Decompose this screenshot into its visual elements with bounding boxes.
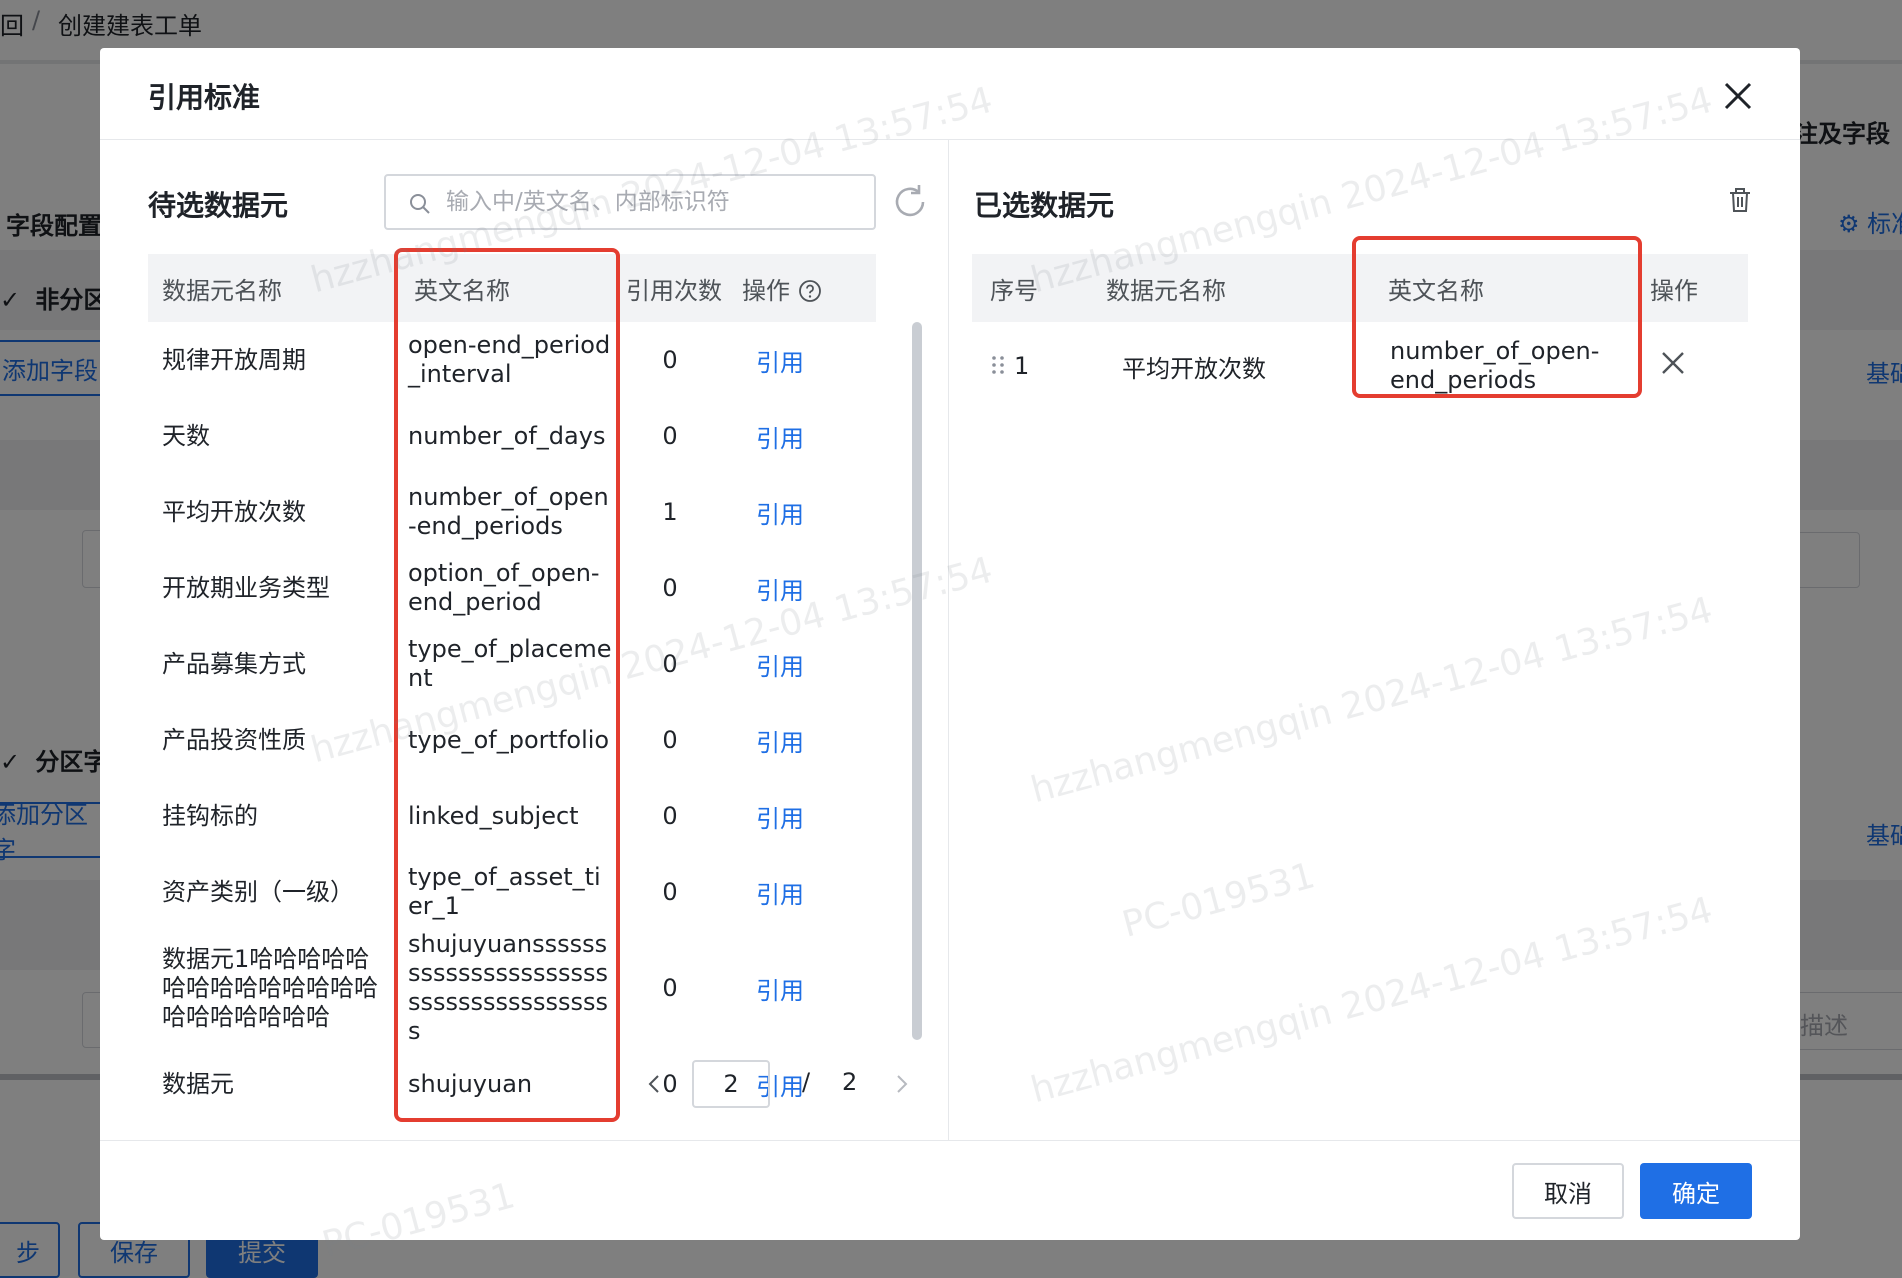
col-en-name: 英文名称 — [384, 254, 612, 322]
table-row: 资产类别（一级） type_of_asset_tier_1 0 引用 — [148, 854, 876, 930]
candidate-elements-title: 待选数据元 — [148, 189, 289, 222]
selected-elements-title: 已选数据元 — [974, 189, 1115, 222]
reference-standard-dialog: 引用标准 待选数据元 数据元名称 英文名称 引用次数 操作 规律开放 — [100, 48, 1800, 1240]
element-en-name: type_of_asset_tier_1 — [408, 863, 601, 920]
reference-link[interactable]: 引用 — [756, 729, 804, 757]
table-row: 数据元1哈哈哈哈哈哈哈哈哈哈哈哈哈哈哈哈哈哈哈哈哈 shujuyuansssss… — [148, 930, 876, 1046]
dialog-footer: 取消 确定 — [100, 1140, 1800, 1240]
cancel-button[interactable]: 取消 — [1512, 1163, 1624, 1219]
ref-count: 0 — [662, 974, 678, 1002]
search-input[interactable] — [446, 176, 866, 228]
table-row: 开放期业务类型 option_of_open-end_period 0 引用 — [148, 550, 876, 626]
help-icon[interactable] — [798, 279, 822, 303]
element-name: 平均开放次数 — [162, 497, 306, 526]
refresh-icon[interactable] — [890, 182, 930, 222]
confirm-button[interactable]: 确定 — [1640, 1163, 1752, 1219]
ref-count: 0 — [662, 802, 678, 830]
element-name: 产品募集方式 — [162, 649, 306, 678]
ref-count: 0 — [662, 422, 678, 450]
col-name: 数据元名称 — [1092, 254, 1352, 322]
element-name: 平均开放次数 — [1122, 354, 1266, 383]
table-row: 平均开放次数 number_of_open-end_periods 1 引用 — [148, 474, 876, 550]
reference-link[interactable]: 引用 — [756, 349, 804, 377]
element-en-name: shujuyuan — [408, 1069, 533, 1098]
table-row: 天数 number_of_days 0 引用 — [148, 398, 876, 474]
col-index: 序号 — [972, 254, 1092, 322]
col-ref-count: 引用次数 — [612, 254, 728, 322]
element-en-name: open-end_period_interval — [408, 331, 611, 388]
element-name: 天数 — [162, 421, 210, 450]
element-name: 开放期业务类型 — [162, 573, 330, 602]
dialog-title: 引用标准 — [148, 81, 261, 114]
page-total: 2 — [842, 1068, 858, 1096]
table-row: 挂钩标的 linked_subject 0 引用 — [148, 778, 876, 854]
element-name: 挂钩标的 — [162, 801, 258, 830]
table-row: 产品投资性质 type_of_portfolio 0 引用 — [148, 702, 876, 778]
element-en-name: number_of_open-end_periods — [408, 483, 609, 540]
element-en-name: type_of_portfolio — [408, 725, 610, 754]
chevron-left-icon[interactable] — [640, 1070, 668, 1098]
col-op: 操作 — [1636, 254, 1748, 322]
element-name: 数据元 — [162, 1069, 234, 1098]
element-name: 资产类别（一级） — [162, 877, 354, 906]
remove-icon[interactable] — [1658, 348, 1688, 378]
element-en-name: number_of_days — [408, 421, 606, 450]
reference-link[interactable]: 引用 — [756, 425, 804, 453]
reference-link[interactable]: 引用 — [756, 977, 804, 1005]
element-name: 产品投资性质 — [162, 725, 306, 754]
col-name: 数据元名称 — [148, 254, 384, 322]
reference-link[interactable]: 引用 — [756, 577, 804, 605]
page-input[interactable]: 2 — [692, 1060, 770, 1108]
selected-table: 序号 数据元名称 英文名称 操作 1 平均开放次数 number_of_open… — [972, 254, 1748, 410]
ref-count: 0 — [662, 726, 678, 754]
element-en-name: option_of_open-end_period — [408, 559, 600, 616]
element-en-name: shujuyuansssssssssssssssssssssssssssssss… — [408, 930, 609, 1045]
table-scrollbar[interactable] — [912, 322, 922, 1040]
ref-count: 0 — [662, 650, 678, 678]
reference-link[interactable]: 引用 — [756, 881, 804, 909]
table-row: 产品募集方式 type_of_placement 0 引用 — [148, 626, 876, 702]
trash-icon[interactable] — [1724, 184, 1756, 216]
ref-count: 0 — [662, 574, 678, 602]
element-en-name: number_of_open-end_periods — [1390, 337, 1600, 394]
element-en-name: linked_subject — [408, 801, 579, 830]
search-icon — [410, 194, 430, 214]
row-index: 1 — [1014, 352, 1030, 380]
chevron-right-icon[interactable] — [888, 1070, 916, 1098]
element-name: 数据元1哈哈哈哈哈哈哈哈哈哈哈哈哈哈哈哈哈哈哈哈哈 — [162, 944, 378, 1031]
candidate-table: 数据元名称 英文名称 引用次数 操作 规律开放周期 open-end_perio… — [148, 254, 876, 1122]
ref-count: 1 — [662, 498, 678, 526]
ref-count: 0 — [662, 346, 678, 374]
page-separator: / — [802, 1068, 811, 1096]
close-icon[interactable] — [1718, 76, 1758, 116]
drag-handle-icon[interactable] — [990, 353, 1006, 377]
table-row: 规律开放周期 open-end_period_interval 0 引用 — [148, 322, 876, 398]
col-en-name: 英文名称 — [1352, 254, 1636, 322]
reference-link[interactable]: 引用 — [756, 501, 804, 529]
dialog-header: 引用标准 — [100, 48, 1800, 140]
ref-count: 0 — [662, 878, 678, 906]
reference-link[interactable]: 引用 — [756, 653, 804, 681]
table-row: 1 平均开放次数 number_of_open-end_periods — [972, 322, 1748, 410]
element-en-name: type_of_placement — [408, 635, 612, 692]
search-box — [384, 174, 876, 230]
reference-link[interactable]: 引用 — [756, 805, 804, 833]
element-name: 规律开放周期 — [162, 345, 306, 374]
col-op: 操作 — [728, 254, 876, 322]
